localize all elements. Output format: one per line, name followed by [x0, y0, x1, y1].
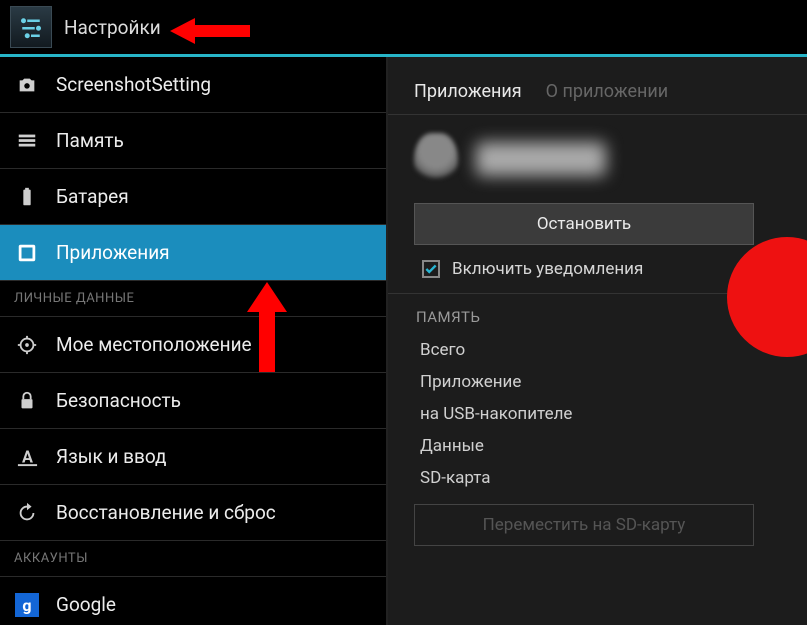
tab-apps[interactable]: Приложения [414, 81, 522, 114]
checkbox-checked-icon [422, 260, 440, 278]
nav-section-personal: ЛИЧНЫЕ ДАННЫЕ [0, 281, 386, 317]
nav-security[interactable]: Безопасность [0, 373, 386, 429]
nav-label: ScreenshotSetting [56, 73, 211, 96]
app-icon-blurred [414, 133, 458, 185]
nav-label: Восстановление и сброс [56, 501, 276, 524]
nav-label: Язык и ввод [56, 445, 167, 468]
nav-label: Память [56, 129, 124, 152]
nav-label: Приложения [56, 241, 170, 264]
app-name-blurred [476, 142, 606, 176]
nav-label: Безопасность [56, 389, 181, 412]
nav-label: Батарея [56, 185, 129, 208]
memory-usb: на USB-накопителе [388, 398, 807, 430]
nav-reset[interactable]: Восстановление и сброс [0, 485, 386, 541]
header-title: Настройки [64, 16, 161, 39]
app-detail-pane: Приложения О приложении Остановить Включ… [388, 57, 807, 625]
header-bar: Настройки [0, 0, 807, 57]
nav-applications[interactable]: Приложения [0, 225, 386, 281]
lock-icon [14, 388, 40, 414]
tab-bar: Приложения О приложении [388, 65, 807, 115]
nav-battery[interactable]: Батарея [0, 169, 386, 225]
svg-text:A: A [22, 447, 33, 466]
nav-label: Мое местоположение [56, 333, 252, 356]
tab-about-app[interactable]: О приложении [546, 81, 669, 114]
svg-text:g: g [22, 596, 31, 615]
memory-app: Приложение [388, 366, 807, 398]
battery-icon [14, 184, 40, 210]
location-icon [14, 332, 40, 358]
stop-button[interactable]: Остановить [414, 203, 754, 245]
nav-location[interactable]: Мое местоположение [0, 317, 386, 373]
reset-icon [14, 500, 40, 526]
settings-nav-list: ScreenshotSetting Память Батарея Приложе… [0, 57, 388, 625]
camera-icon [14, 72, 40, 98]
memory-data: Данные [388, 430, 807, 462]
google-icon: g [14, 592, 40, 618]
notifications-label: Включить уведомления [452, 259, 643, 279]
nav-language-input[interactable]: A Язык и ввод [0, 429, 386, 485]
annotation-arrow-up [247, 282, 287, 372]
app-header-row [388, 115, 807, 203]
move-to-sd-button: Переместить на SD-карту [414, 504, 754, 546]
memory-sd: SD-карта [388, 462, 807, 494]
settings-app-icon [10, 6, 52, 48]
nav-section-accounts: АККАУНТЫ [0, 541, 386, 577]
annotation-arrow-left [170, 16, 250, 46]
nav-label: Google [56, 593, 116, 616]
nav-screenshot-setting[interactable]: ScreenshotSetting [0, 57, 386, 113]
nav-memory[interactable]: Память [0, 113, 386, 169]
nav-google[interactable]: g Google [0, 577, 386, 625]
storage-icon [14, 128, 40, 154]
apps-icon [14, 240, 40, 266]
language-icon: A [14, 444, 40, 470]
